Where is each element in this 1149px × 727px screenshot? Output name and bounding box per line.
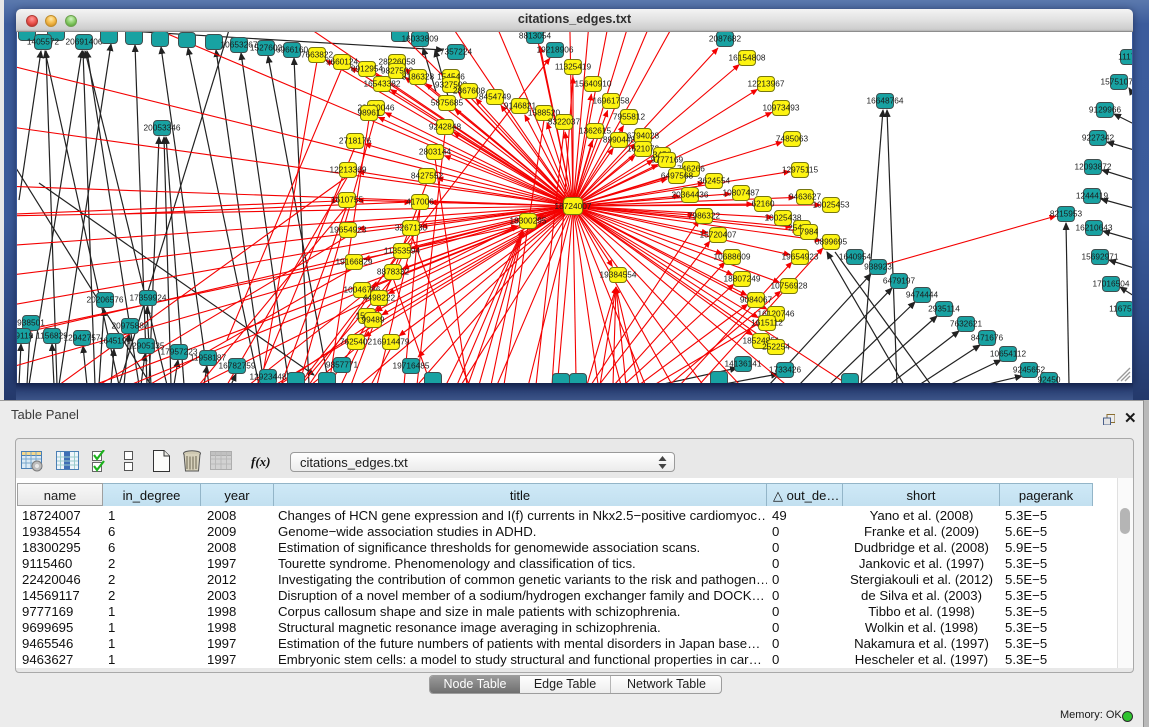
svg-text:1610755: 1610755 <box>331 195 364 205</box>
svg-text:12905135: 12905135 <box>128 341 165 351</box>
svg-text:18724007: 18724007 <box>555 201 592 211</box>
svg-text:f(x): f(x) <box>251 454 271 469</box>
svg-text:7986322: 7986322 <box>688 211 721 221</box>
svg-text:8471676: 8471676 <box>971 333 1004 343</box>
svg-text:4498222: 4498222 <box>363 293 396 303</box>
svg-text:9245652: 9245652 <box>1013 365 1046 375</box>
svg-text:9474444: 9474444 <box>906 290 939 300</box>
svg-text:16961758: 16961758 <box>593 96 630 106</box>
svg-text:1405572: 1405572 <box>27 37 60 47</box>
svg-text:20053346: 20053346 <box>144 123 181 133</box>
svg-text:12093872: 12093872 <box>1075 162 1112 172</box>
svg-text:1615112: 1615112 <box>751 318 783 328</box>
svg-text:15640910: 15640910 <box>575 79 612 89</box>
svg-text:17359924: 17359924 <box>130 293 167 303</box>
svg-text:6497568: 6497568 <box>661 171 694 181</box>
svg-text:9129966: 9129966 <box>1089 105 1122 115</box>
svg-text:18300295: 18300295 <box>510 216 547 226</box>
svg-text:19218906: 19218906 <box>537 45 574 55</box>
svg-text:6794028: 6794028 <box>627 131 660 141</box>
svg-text:8813054: 8813054 <box>519 32 552 41</box>
svg-text:20975887: 20975887 <box>112 321 149 331</box>
svg-text:2087682: 2087682 <box>709 34 742 44</box>
svg-text:19654923: 19654923 <box>782 252 819 262</box>
svg-text:16154808: 16154808 <box>729 53 766 63</box>
svg-text:7357224: 7357224 <box>440 47 473 57</box>
svg-text:20364436: 20364436 <box>672 190 709 200</box>
svg-text:8322037: 8322037 <box>548 117 581 127</box>
svg-text:12942757: 12942757 <box>64 333 101 343</box>
svg-text:17016504: 17016504 <box>1093 279 1130 289</box>
svg-text:12975115: 12975115 <box>782 165 819 175</box>
svg-text:2803144: 2803144 <box>419 147 452 157</box>
svg-text:16543382: 16543382 <box>364 79 401 89</box>
svg-text:938923: 938923 <box>864 262 892 272</box>
svg-text:8878332: 8878332 <box>377 267 410 277</box>
svg-text:15720407: 15720407 <box>700 230 737 240</box>
svg-text:7632621: 7632621 <box>950 319 983 329</box>
svg-text:98961: 98961 <box>357 108 380 118</box>
svg-text:19384554: 19384554 <box>600 270 637 280</box>
svg-text:16782759: 16782759 <box>219 361 256 371</box>
svg-text:8215953: 8215953 <box>1050 209 1083 219</box>
svg-text:5875685: 5875685 <box>431 98 464 108</box>
svg-text:10654112: 10654112 <box>990 349 1027 359</box>
svg-text:2718176: 2718176 <box>339 136 372 146</box>
svg-text:10688609: 10688609 <box>714 252 751 262</box>
svg-text:10973493: 10973493 <box>763 103 800 113</box>
svg-text:0899695: 0899695 <box>815 237 848 247</box>
svg-text:6479197: 6479197 <box>883 276 916 286</box>
svg-text:252254: 252254 <box>762 342 790 352</box>
svg-text:12923448: 12923448 <box>250 372 287 382</box>
svg-text:20206576: 20206576 <box>87 295 124 305</box>
svg-text:9463627: 9463627 <box>789 192 822 202</box>
svg-text:7485063: 7485063 <box>776 134 809 144</box>
svg-text:15751074: 15751074 <box>1101 77 1132 87</box>
svg-text:3624554: 3624554 <box>698 176 731 186</box>
svg-text:16648764: 16648764 <box>867 96 904 106</box>
svg-text:9242848: 9242848 <box>429 122 462 132</box>
svg-text:10756928: 10756928 <box>771 281 808 291</box>
svg-text:2935114: 2935114 <box>928 304 960 314</box>
svg-text:99489: 99489 <box>361 315 384 325</box>
svg-text:9227342: 9227342 <box>1082 133 1115 143</box>
svg-text:19716485: 19716485 <box>393 361 430 371</box>
svg-text:18807249: 18807249 <box>724 274 761 284</box>
svg-text:16033809: 16033809 <box>402 34 439 44</box>
svg-text:7955812: 7955812 <box>613 112 646 122</box>
svg-text:92450: 92450 <box>1037 375 1060 384</box>
svg-text:12213967: 12213967 <box>748 79 785 89</box>
svg-text:938501: 938501 <box>17 318 45 328</box>
svg-text:16914479: 16914479 <box>373 337 410 347</box>
svg-text:1167533: 1167533 <box>1109 304 1132 314</box>
svg-text:11325419: 11325419 <box>555 62 592 72</box>
svg-text:62160: 62160 <box>751 199 774 209</box>
svg-text:1733426: 1733426 <box>769 365 802 375</box>
svg-text:8427552: 8427552 <box>411 171 444 181</box>
svg-text:19166829: 19166829 <box>336 257 373 267</box>
svg-text:11174: 11174 <box>1118 52 1132 62</box>
svg-text:10807487: 10807487 <box>723 188 760 198</box>
svg-text:12213369: 12213369 <box>330 165 367 175</box>
svg-text:19654923: 19654923 <box>330 225 367 235</box>
svg-text:8186328: 8186328 <box>402 72 435 82</box>
svg-text:11353594: 11353594 <box>384 246 421 256</box>
svg-text:1244419: 1244419 <box>1076 191 1109 201</box>
svg-text:7984: 7984 <box>800 227 819 237</box>
svg-text:417006: 417006 <box>406 197 434 207</box>
svg-text:3267130: 3267130 <box>395 223 428 233</box>
svg-text:7625402: 7625402 <box>340 337 373 347</box>
svg-text:20691406: 20691406 <box>66 37 103 47</box>
svg-text:14136141: 14136141 <box>725 359 762 369</box>
svg-text:15692971: 15692971 <box>1082 252 1119 262</box>
svg-text:39119: 39119 <box>17 331 34 341</box>
svg-text:9857771: 9857771 <box>326 360 359 370</box>
svg-text:1640954: 1640954 <box>839 252 872 262</box>
svg-text:9084067: 9084067 <box>740 295 773 305</box>
svg-text:16210643: 16210643 <box>1076 223 1113 233</box>
